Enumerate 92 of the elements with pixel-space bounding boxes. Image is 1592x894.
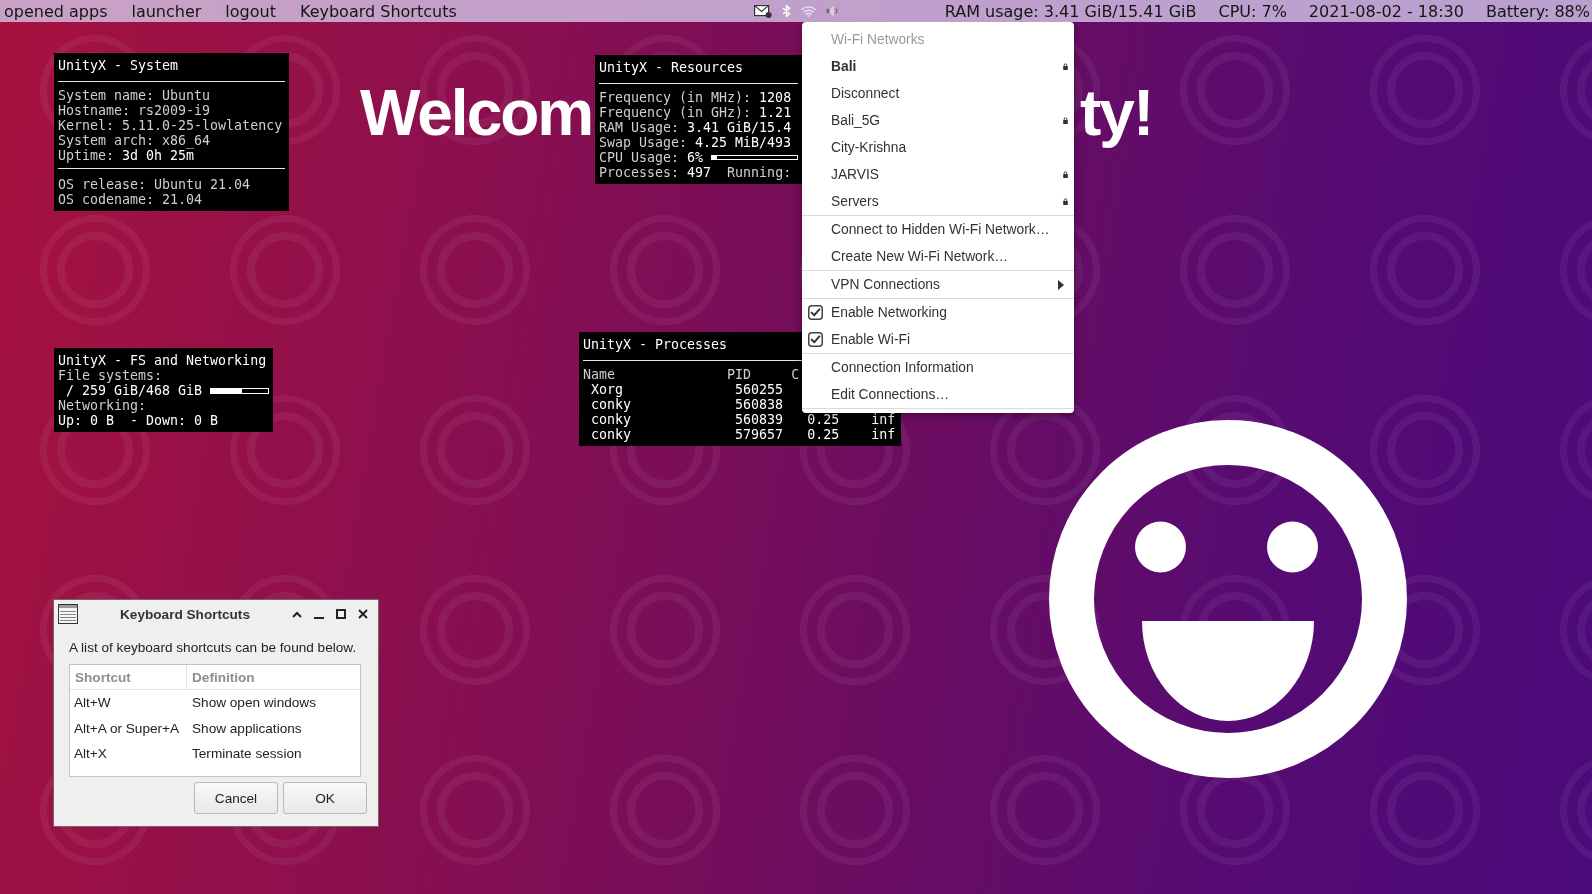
info-label: File systems: [58, 368, 163, 383]
lock-icon [1063, 198, 1068, 205]
info-value: 3.41 GiB/15.4 [687, 120, 792, 135]
table-cell-text: Alt+X [73, 746, 108, 762]
network-item[interactable]: City-Krishna [802, 134, 1074, 161]
network-item[interactable]: Servers [802, 188, 1074, 215]
table-cell-text: inf [870, 427, 896, 442]
network-item[interactable]: Bali_5G [802, 107, 1074, 134]
info-value: 1208 [759, 90, 792, 105]
status-text: RAM usage: 3.41 GiB/15.41 GiB [944, 1, 1197, 21]
table-cell-text: Alt+W [73, 695, 112, 711]
table-cell-text: inf [870, 412, 896, 427]
lock-icon [1063, 117, 1068, 124]
table-cell-text: 0.25 [806, 412, 840, 427]
menu-check-item[interactable]: Enable Wi-Fi [802, 326, 1074, 353]
caret-up-icon[interactable] [292, 610, 302, 618]
info-value: 497 [687, 165, 712, 180]
column-header: Shortcut [70, 665, 187, 689]
info-value: / 259 GiB/468 GiB [65, 383, 203, 398]
menu-item[interactable]: Disconnect [802, 80, 1074, 107]
network-item[interactable]: JARVIS [802, 161, 1074, 188]
panel-link[interactable]: launcher [131, 1, 202, 21]
panel-link[interactable]: opened apps [4, 1, 108, 21]
table-cell-text: conky [590, 412, 632, 427]
info-value: 3d 0h 25m [122, 148, 195, 163]
close-icon[interactable] [358, 609, 368, 619]
lock-icon [1063, 63, 1068, 70]
checkbox[interactable] [808, 332, 823, 347]
info-text: System arch: x86_64 [58, 133, 211, 148]
info-text: System name: Ubuntu [58, 88, 211, 103]
status-text: 2021-08-02 - 18:30 [1308, 1, 1464, 21]
table-cell-text: 560838 [734, 397, 784, 412]
checkbox[interactable] [808, 305, 823, 320]
network-item[interactable]: Bali [802, 53, 1074, 80]
dialog-button[interactable]: OK [283, 782, 367, 814]
table-cell-text: 0.25 [806, 427, 840, 442]
info-label: Frequency (in GHz): [599, 105, 752, 120]
table-cell-text: Show open windows [191, 695, 317, 711]
column-header: Definition [191, 668, 256, 687]
info-label: CPU Usage: [599, 150, 680, 165]
menu-item[interactable]: Create New Wi-Fi Network… [802, 243, 1074, 270]
panel-title: UnityX - System [58, 58, 179, 73]
panel-title: UnityX - Resources [599, 60, 744, 75]
info-value: 1.21 [759, 105, 792, 120]
dialog-message: A list of keyboard shortcuts can be found below. [69, 640, 358, 656]
column-header: Name [583, 367, 616, 382]
submenu-item[interactable]: VPN Connections [802, 271, 1074, 298]
status-text: CPU: 7% [1218, 1, 1287, 21]
table-cell-text: Show applications [191, 720, 303, 736]
table-cell-text: conky [590, 397, 632, 412]
mail-icon[interactable] [754, 4, 772, 18]
column-header: PID [727, 367, 752, 382]
table-cell-text: 560255 [734, 382, 784, 397]
window-title: Keyboard Shortcuts [120, 606, 250, 622]
maximize-icon[interactable] [336, 609, 346, 619]
info-label: Processes: [599, 165, 680, 180]
table-cell-text: 579657 [734, 427, 784, 442]
status-text: Battery: 88% [1485, 1, 1590, 21]
table-cell-text: 560839 [734, 412, 784, 427]
table-cell-text: Alt+A or Super+A [73, 720, 181, 736]
info-label: Frequency (in MHz): [599, 90, 752, 105]
panel-title: UnityX - Processes [583, 337, 728, 352]
welcome-text: Welcom [360, 81, 593, 145]
column-header: C [791, 367, 800, 382]
menu-item[interactable]: Edit Connections… [802, 381, 1074, 408]
info-label: Networking: [58, 398, 147, 413]
menu-item[interactable]: Connect to Hidden Wi-Fi Network… [802, 216, 1074, 243]
dialog-button[interactable]: Cancel [194, 782, 278, 814]
info-label: Running: [727, 165, 792, 180]
menu-heading: Wi-Fi Networks [831, 32, 925, 47]
table-cell-text: Terminate session [191, 746, 303, 762]
submenu-arrow-icon [1058, 279, 1064, 290]
speaker-icon[interactable] [826, 4, 838, 18]
table-cell-text: conky [590, 427, 632, 442]
lock-icon [1063, 171, 1068, 178]
info-text: Kernel: 5.11.0-25-lowlatency [58, 118, 283, 133]
menu-item[interactable]: Connection Information [802, 354, 1074, 381]
info-label: Swap Usage: [599, 135, 688, 150]
panel-title: UnityX - FS and Networking [58, 353, 267, 368]
list-icon [58, 604, 78, 624]
panel-link[interactable]: logout [225, 1, 276, 21]
info-value: 4.25 MiB/493 [695, 135, 792, 150]
info-label: RAM Usage: [599, 120, 680, 135]
info-value: 6% [687, 150, 704, 165]
info-label: Uptime: [58, 148, 115, 163]
info-value: Up: 0 B - Down: 0 B [58, 413, 219, 428]
menu-check-item[interactable]: Enable Networking [802, 299, 1074, 326]
panel-link[interactable]: Keyboard Shortcuts [299, 1, 457, 21]
table-cell-text: Xorg [590, 382, 624, 397]
info-text: Hostname: rs2009-i9 [58, 103, 211, 118]
info-text: OS release: Ubuntu 21.04 [58, 177, 251, 192]
info-text: OS codename: 21.04 [58, 192, 203, 207]
